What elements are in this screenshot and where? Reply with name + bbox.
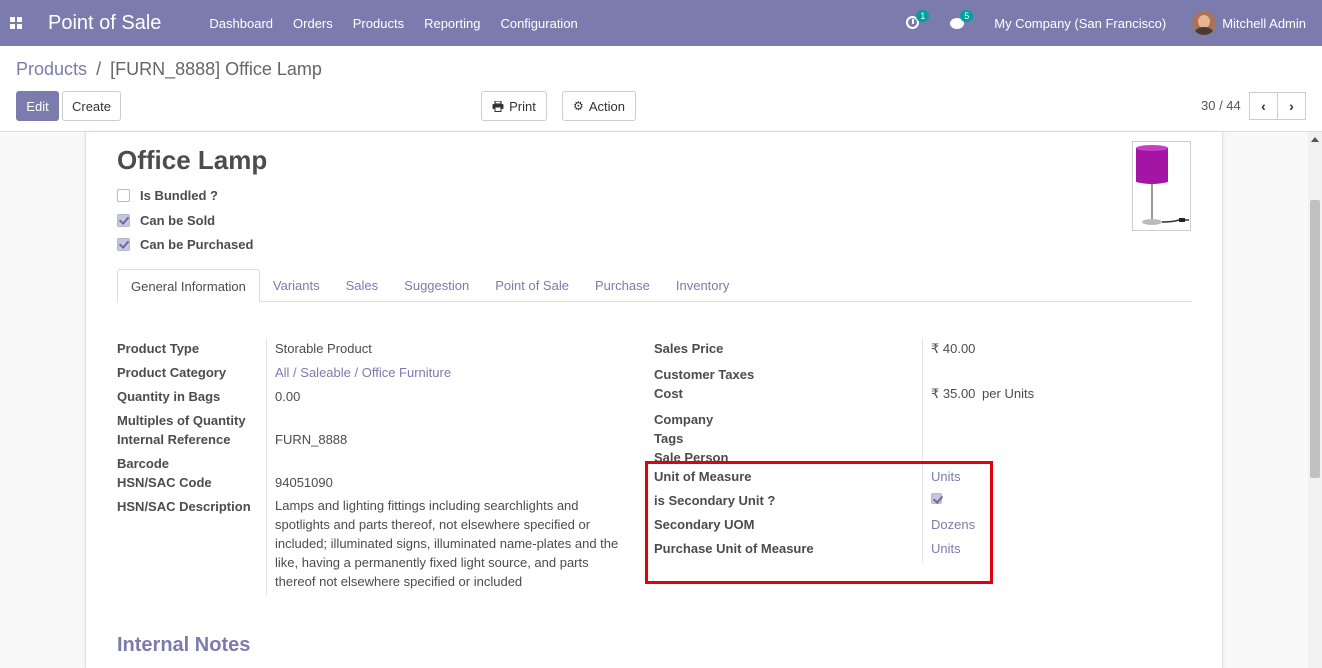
lamp-image[interactable]: [1132, 141, 1191, 231]
cost-label: Cost: [654, 386, 683, 401]
top-navbar: Point of Sale Dashboard Orders Products …: [0, 0, 1322, 46]
pager-next-button[interactable]: ›: [1277, 92, 1306, 120]
left-group-divider: [266, 338, 267, 596]
activity-button[interactable]: 1: [906, 10, 930, 30]
internal-notes-title: Internal Notes: [117, 634, 251, 656]
can-be-purchased-checkbox[interactable]: [117, 238, 130, 251]
print-label: Print: [509, 98, 536, 114]
cost-value: ₹ 35.00: [931, 386, 976, 401]
tab-suggestion[interactable]: Suggestion: [391, 269, 482, 302]
edit-button[interactable]: Edit: [16, 91, 59, 121]
hsn-description-field: Lamps and lighting fittings including se…: [275, 498, 619, 589]
tab-inventory[interactable]: Inventory: [663, 269, 742, 302]
pager-previous-button[interactable]: ‹: [1249, 92, 1278, 120]
user-menu[interactable]: Mitchell Admin: [1222, 16, 1306, 31]
tab-purchase[interactable]: Purchase: [582, 269, 663, 302]
sales-price-label: Sales Price: [654, 341, 724, 356]
can-be-purchased-checkbox-row[interactable]: Can be Purchased: [117, 237, 253, 252]
hsn-description-label: HSN/SAC Description: [117, 499, 251, 514]
sales-price-field: ₹ 40.00: [931, 341, 976, 356]
pager-value[interactable]: 30 / 44: [1201, 98, 1241, 113]
highlight-annotation-box: [645, 461, 993, 584]
breadcrumb-separator: /: [96, 59, 102, 79]
menu-orders[interactable]: Orders: [293, 16, 333, 31]
user-avatar[interactable]: [1192, 11, 1217, 35]
product-type-label: Product Type: [117, 341, 200, 356]
tab-point-of-sale[interactable]: Point of Sale: [482, 269, 582, 302]
breadcrumb-current: [FURN_8888] Office Lamp: [110, 59, 322, 79]
menu-reporting[interactable]: Reporting: [424, 16, 480, 31]
breadcrumb: Products / [FURN_8888] Office Lamp: [16, 59, 322, 80]
can-be-sold-checkbox[interactable]: [117, 214, 130, 227]
product-category-label: Product Category: [117, 365, 227, 380]
app-name[interactable]: Point of Sale: [48, 12, 161, 35]
customer-taxes-label: Customer Taxes: [654, 367, 755, 382]
action-label: Action: [588, 98, 625, 114]
tab-general-information[interactable]: General Information: [117, 269, 260, 303]
tab-variants[interactable]: Variants: [260, 269, 333, 302]
breadcrumb-products-link[interactable]: Products: [16, 59, 87, 79]
menu-products[interactable]: Products: [353, 16, 404, 31]
company-label: Company: [654, 412, 714, 427]
control-panel: Products / [FURN_8888] Office Lamp Edit …: [0, 46, 1322, 132]
tab-sales[interactable]: Sales: [333, 269, 392, 302]
navbar-systray: 1 5 My Company (San Francisco) Mitchell …: [906, 0, 1322, 46]
internal-reference-label: Internal Reference: [117, 432, 231, 447]
print-button[interactable]: Print: [481, 91, 547, 121]
tags-label: Tags: [654, 431, 684, 446]
lamp-icon: [1136, 145, 1189, 225]
gear-icon: ⚙: [573, 99, 584, 113]
cost-field: ₹ 35.00 per Units: [931, 386, 1034, 402]
is-bundled-checkbox[interactable]: [117, 189, 130, 202]
menu-configuration[interactable]: Configuration: [500, 16, 577, 31]
main-menu: Dashboard Orders Products Reporting Conf…: [209, 16, 597, 31]
barcode-label: Barcode: [117, 456, 170, 471]
is-bundled-label: Is Bundled ?: [140, 188, 218, 203]
can-be-sold-label: Can be Sold: [140, 213, 216, 228]
action-button[interactable]: ⚙ Action: [562, 91, 636, 121]
chevron-right-icon: ›: [1289, 98, 1294, 114]
hsn-code-field: 94051090: [275, 475, 333, 490]
form-tabs: General Information Variants Sales Sugge…: [117, 269, 1192, 303]
product-category-link[interactable]: All / Saleable / Office Furniture: [275, 365, 451, 380]
messaging-button[interactable]: 5: [950, 10, 974, 30]
product-name: Office Lamp: [117, 145, 268, 175]
can-be-sold-checkbox-row[interactable]: Can be Sold: [117, 213, 215, 228]
multiples-of-quantity-label: Multiples of Quantity: [117, 413, 246, 428]
create-button[interactable]: Create: [62, 91, 121, 121]
quantity-in-bags-field: 0.00: [275, 389, 301, 404]
activity-count-badge: 1: [916, 10, 930, 22]
apps-menu-icon[interactable]: [10, 17, 22, 29]
hsn-code-label: HSN/SAC Code: [117, 475, 212, 490]
print-icon: [492, 100, 504, 112]
is-bundled-checkbox-row[interactable]: Is Bundled ?: [117, 188, 218, 203]
scrollbar-thumb[interactable]: [1310, 200, 1320, 478]
cost-unit: per Units: [982, 386, 1035, 401]
menu-dashboard[interactable]: Dashboard: [209, 16, 273, 31]
scroll-up-arrow-icon[interactable]: [1311, 137, 1319, 142]
chevron-left-icon: ‹: [1261, 98, 1266, 114]
product-type-field: Storable Product: [275, 341, 372, 356]
internal-reference-field: FURN_8888: [275, 432, 348, 447]
quantity-in-bags-label: Quantity in Bags: [117, 389, 221, 404]
company-switcher[interactable]: My Company (San Francisco): [994, 16, 1166, 31]
message-count-badge: 5: [960, 10, 974, 22]
can-be-purchased-label: Can be Purchased: [140, 237, 254, 252]
